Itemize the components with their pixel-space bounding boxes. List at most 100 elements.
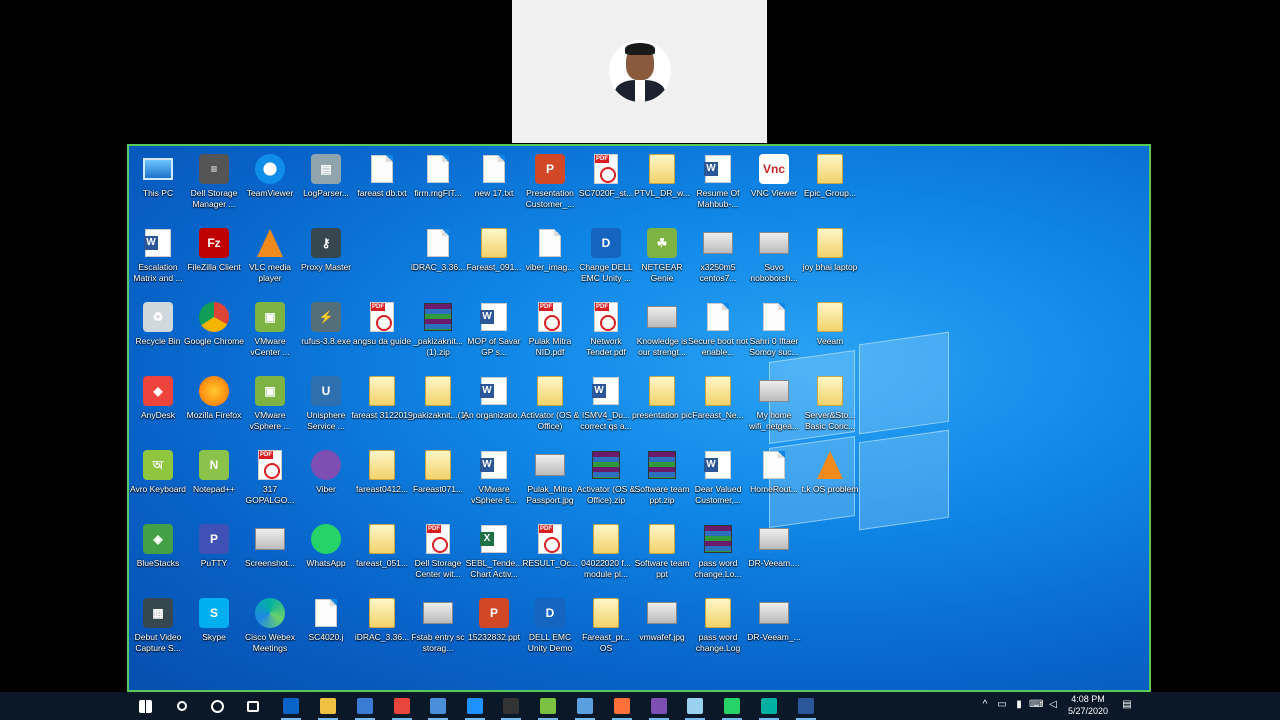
desktop-icon[interactable]: Veeam — [801, 296, 859, 366]
desktop-icon[interactable]: VLC media player — [241, 222, 299, 292]
desktop-icon[interactable]: DR-Veeam_... — [745, 592, 803, 662]
desktop-icon[interactable]: P PuTTY — [185, 518, 243, 588]
desktop-icon[interactable]: N Notepad++ — [185, 444, 243, 514]
edge-icon[interactable] — [461, 692, 489, 720]
desktop-icon[interactable]: MOP of Savar GP s... — [465, 296, 523, 366]
desktop-icon[interactable]: Screenshot... — [241, 518, 299, 588]
desktop-icon[interactable]: My home wifi_netgea... — [745, 370, 803, 440]
desktop-icon[interactable]: ☘ NETGEAR Genie — [633, 222, 691, 292]
desktop-icon[interactable]: pass word change.Log — [689, 592, 747, 662]
viber-icon[interactable] — [645, 692, 673, 720]
desktop-icon[interactable]: presentation pic — [632, 370, 692, 440]
desktop-icon[interactable]: Network Tender.pdf — [577, 296, 635, 366]
battery-icon[interactable]: ▮ — [1012, 698, 1026, 712]
desktop-icon[interactable]: RESULT_Oc... — [521, 518, 579, 588]
task-view-icon[interactable] — [239, 692, 267, 720]
desktop-icon[interactable]: Pulak Mitra NID.pdf — [521, 296, 579, 366]
desktop-icon[interactable]: _pakizaknit...(1) — [408, 370, 468, 440]
desktop-icon[interactable]: Viber — [297, 444, 355, 514]
desktop-icon[interactable]: Vnc VNC Viewer — [745, 148, 803, 218]
desktop-icon[interactable]: TeamViewer — [241, 148, 299, 218]
search-icon[interactable] — [168, 692, 196, 720]
desktop-icon[interactable]: D Change DELL EMC Unity ... — [577, 222, 635, 292]
desktop-icon[interactable]: viber_imag... — [521, 222, 579, 292]
start-icon[interactable] — [131, 692, 159, 720]
file-explorer-icon[interactable] — [314, 692, 342, 720]
desktop-icon[interactable]: 317 GOPALGO... — [241, 444, 299, 514]
desktop-icon[interactable]: Escalation Matrix and ... — [129, 222, 187, 292]
desktop-icon[interactable]: fareast0412... — [353, 444, 411, 514]
webex-icon[interactable] — [755, 692, 783, 720]
desktop-icon[interactable]: Dear Valued Customer,... — [689, 444, 747, 514]
desktop-icon[interactable]: Activator (OS & Office) — [521, 370, 579, 440]
desktop-icon[interactable]: HomeRout... — [745, 444, 803, 514]
desktop-icon[interactable]: Secure boot not enable... — [688, 296, 748, 366]
desktop-icon[interactable]: ♻ Recycle Bin — [129, 296, 187, 366]
desktop-icon[interactable]: ⚷ Proxy Master — [297, 222, 355, 292]
server-manager-icon[interactable] — [571, 692, 599, 720]
desktop-icon[interactable]: pass word change.Lo... — [689, 518, 747, 588]
notepadpp-icon[interactable] — [534, 692, 562, 720]
desktop-icon[interactable]: PTVL_DR_w... — [633, 148, 691, 218]
show-hidden-icons-chevron[interactable]: ^ — [978, 698, 992, 712]
desktop-icon[interactable]: iDRAC_3.36... — [353, 592, 411, 662]
desktop-icon[interactable]: WhatsApp — [297, 518, 355, 588]
desktop-icon[interactable]: DR-Veeam.... — [745, 518, 803, 588]
remote-desktop-icon[interactable] — [351, 692, 379, 720]
desktop-icon[interactable]: new 17.txt — [465, 148, 523, 218]
desktop-icon[interactable]: _pakizaknit...(1).zip — [409, 296, 467, 366]
desktop-icon[interactable]: Google Chrome — [184, 296, 244, 366]
desktop-icon[interactable]: joy bhai laptop — [801, 222, 859, 292]
desktop-icon[interactable]: Mozilla Firefox — [185, 370, 243, 440]
desktop-icon[interactable]: Fareast_091... — [465, 222, 523, 292]
desktop-icon[interactable]: fareast 3122019 — [351, 370, 413, 440]
desktop-icon[interactable]: Cisco Webex Meetings — [241, 592, 299, 662]
desktop-icon[interactable]: angsu da guide — [353, 296, 411, 366]
desktop-icon[interactable]: SC4020.j — [297, 592, 355, 662]
desktop-icon[interactable]: Server&Sto... Basic Conc... — [801, 370, 859, 440]
firefox-icon[interactable] — [608, 692, 636, 720]
desktop-icon[interactable]: x3250m5 centos7... — [689, 222, 747, 292]
cortana-icon[interactable] — [203, 692, 231, 720]
desktop-icon[interactable]: Pulak_Mitra Passport.jpg — [521, 444, 579, 514]
chrome-icon[interactable] — [388, 692, 416, 720]
desktop-icon[interactable]: t.k OS problem — [801, 444, 859, 514]
volume-icon[interactable]: ◁ — [1046, 698, 1060, 712]
desktop-icon[interactable]: U Unisphere Service ... — [297, 370, 355, 440]
keyboard-icon[interactable]: ⌨ — [1029, 698, 1043, 712]
desktop-icon[interactable]: অ Avro Keyboard — [129, 444, 187, 514]
desktop-icon[interactable]: Sahri 0 Iftaer Somoy suc... — [745, 296, 803, 366]
desktop-icon[interactable]: ▣ VMware vCenter ... — [241, 296, 299, 366]
desktop-icon[interactable]: Dell Storage Center wit... — [409, 518, 467, 588]
desktop-icon[interactable]: Knowledge is our strengt... — [633, 296, 691, 366]
outlook-icon[interactable] — [277, 692, 305, 720]
desktop-icon[interactable]: Software team ppt.zip — [633, 444, 691, 514]
desktop-icon[interactable]: Fareast_Ne... — [689, 370, 747, 440]
network-icon[interactable]: ▭ — [995, 698, 1009, 712]
desktop-icon[interactable]: D DELL EMC Unity Demo — [521, 592, 579, 662]
desktop-icon[interactable]: This PC — [129, 148, 187, 218]
desktop-icon[interactable]: iDRAC_3.36... — [409, 222, 467, 292]
desktop-icon[interactable]: SC7020F_st... — [577, 148, 635, 218]
desktop-icon[interactable]: Activator (OS & Office).zip — [577, 444, 635, 514]
desktop-icon[interactable]: ▤ LogParser... — [297, 148, 355, 218]
app-icon[interactable] — [681, 692, 709, 720]
desktop-icon[interactable]: fareast_051... — [353, 518, 411, 588]
desktop-icon[interactable]: S Skype — [185, 592, 243, 662]
desktop-icon[interactable]: ◆ AnyDesk — [129, 370, 187, 440]
desktop-icon[interactable]: firm.mgFIT... — [409, 148, 467, 218]
whatsapp-icon[interactable] — [718, 692, 746, 720]
desktop-icon[interactable]: P 15232832.ppt — [465, 592, 523, 662]
desktop-icon[interactable]: VMware vSphere 6... — [465, 444, 523, 514]
desktop-icon[interactable]: ISMV4_Du... correct qs a... — [577, 370, 635, 440]
word-icon[interactable] — [792, 692, 820, 720]
desktop-icon[interactable]: Fareast_pr... OS — [577, 592, 635, 662]
desktop-icon[interactable]: ▣ VMware vSphere ... — [241, 370, 299, 440]
notification-center-icon[interactable]: ▤ — [1120, 698, 1134, 712]
desktop-icon[interactable]: SEBL_Tende... Chart Activ... — [465, 518, 523, 588]
desktop-icon[interactable]: fareast db.txt — [353, 148, 411, 218]
desktop-icon[interactable]: ⚡ rufus-3.8.exe — [297, 296, 355, 366]
desktop-icon[interactable]: ◈ BlueStacks — [129, 518, 187, 588]
desktop-icon[interactable]: 04022020 f... module pl... — [577, 518, 635, 588]
desktop-icon[interactable]: Resume Of Mahbub-... — [689, 148, 747, 218]
